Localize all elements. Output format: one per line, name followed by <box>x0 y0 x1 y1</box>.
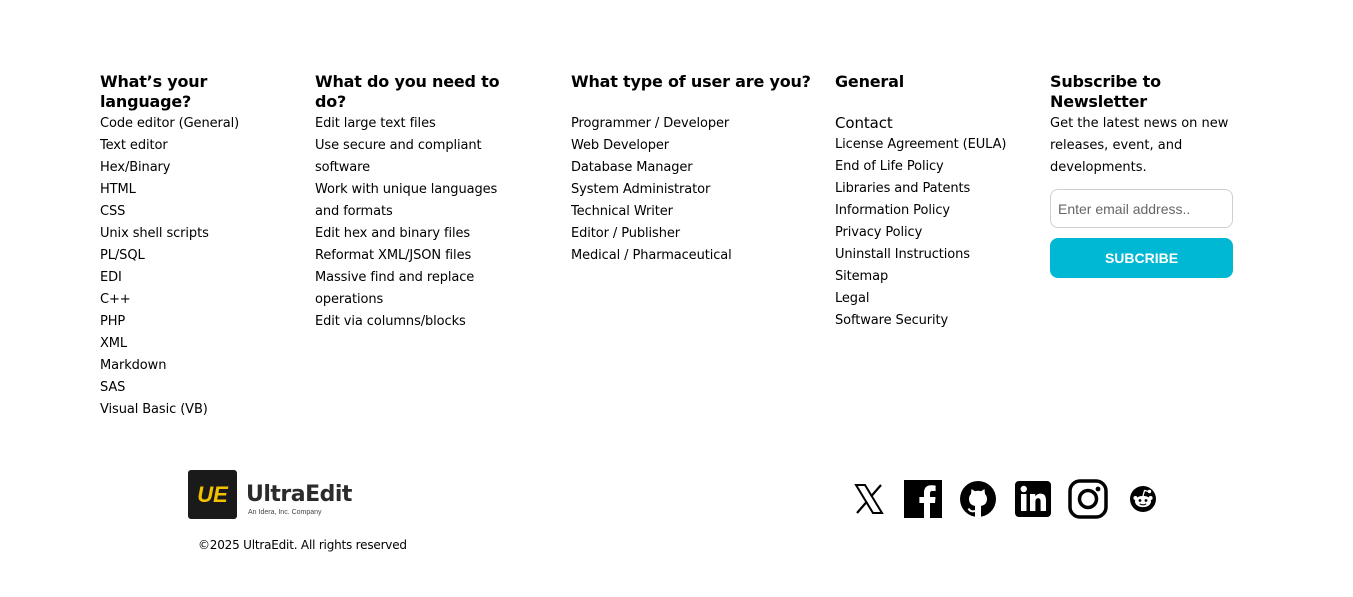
column-heading-general: General <box>835 72 904 91</box>
column-heading-tasks: What do you need to do? <box>315 72 500 111</box>
link-css[interactable]: CSS <box>100 201 300 223</box>
link-unique-languages[interactable]: Work with unique languages <box>315 179 535 201</box>
link-privacy-policy[interactable]: Privacy Policy <box>835 222 1035 244</box>
link-visual-basic[interactable]: Visual Basic (VB) <box>100 399 300 421</box>
x-icon[interactable] <box>849 479 889 519</box>
link-hex-binary[interactable]: Hex/Binary <box>100 157 300 179</box>
link-cpp[interactable]: C++ <box>100 289 300 311</box>
github-icon[interactable] <box>958 479 998 519</box>
link-uninstall[interactable]: Uninstall Instructions <box>835 244 1035 266</box>
link-text-editor[interactable]: Text editor <box>100 135 300 157</box>
link-programmer[interactable]: Programmer / Developer <box>571 113 811 135</box>
link-edit-hex-binary[interactable]: Edit hex and binary files <box>315 223 535 245</box>
newsletter-description: Get the latest news on new releases, eve… <box>1050 116 1229 175</box>
link-html[interactable]: HTML <box>100 179 300 201</box>
link-technical-writer[interactable]: Technical Writer <box>571 201 811 223</box>
logo-name: UltraEdit <box>246 482 352 507</box>
link-edit-large-files[interactable]: Edit large text files <box>315 113 535 135</box>
instagram-icon[interactable] <box>1068 479 1108 519</box>
link-database-manager[interactable]: Database Manager <box>571 157 811 179</box>
link-find-replace-cont[interactable]: operations <box>315 289 535 311</box>
link-unique-languages-cont[interactable]: and formats <box>315 201 535 223</box>
logo-badge: UE <box>188 470 237 519</box>
link-plsql[interactable]: PL/SQL <box>100 245 300 267</box>
column-heading-users: What type of user are you? <box>571 72 811 91</box>
linkedin-icon[interactable] <box>1013 479 1053 519</box>
link-web-developer[interactable]: Web Developer <box>571 135 811 157</box>
link-end-of-life[interactable]: End of Life Policy <box>835 156 1035 178</box>
link-editor-publisher[interactable]: Editor / Publisher <box>571 223 811 245</box>
link-medical[interactable]: Medical / Pharmaceutical <box>571 245 811 267</box>
link-xml[interactable]: XML <box>100 333 300 355</box>
link-sas[interactable]: SAS <box>100 377 300 399</box>
footer-column-users: What type of user are you? Programmer / … <box>571 72 811 267</box>
link-secure-software[interactable]: Use secure and compliant <box>315 135 535 157</box>
column-heading-language: What’s your language? <box>100 72 208 111</box>
link-code-editor[interactable]: Code editor (General) <box>100 113 300 135</box>
facebook-icon[interactable] <box>903 479 943 519</box>
footer-column-tasks: What do you need to do? Edit large text … <box>315 72 535 333</box>
link-edi[interactable]: EDI <box>100 267 300 289</box>
link-reformat-xml-json[interactable]: Reformat XML/JSON files <box>315 245 535 267</box>
email-input[interactable] <box>1050 189 1233 228</box>
link-sitemap[interactable]: Sitemap <box>835 266 1035 288</box>
link-unix-shell[interactable]: Unix shell scripts <box>100 223 300 245</box>
link-system-admin[interactable]: System Administrator <box>571 179 811 201</box>
link-legal[interactable]: Legal <box>835 288 1035 310</box>
footer-column-newsletter: Subscribe to Newsletter Get the latest n… <box>1050 72 1240 278</box>
link-php[interactable]: PHP <box>100 311 300 333</box>
link-information-policy[interactable]: Information Policy <box>835 200 1035 222</box>
reddit-icon[interactable] <box>1123 479 1163 519</box>
ultraedit-logo[interactable]: UE UltraEdit An Idera, Inc. Company <box>188 470 352 519</box>
footer-column-general: General Contact License Agreement (EULA)… <box>835 72 1035 332</box>
link-libraries-patents[interactable]: Libraries and Patents <box>835 178 1035 200</box>
link-markdown[interactable]: Markdown <box>100 355 300 377</box>
subscribe-button[interactable]: SUBCRIBE <box>1050 238 1233 278</box>
link-secure-software-cont[interactable]: software <box>315 157 535 179</box>
link-contact[interactable]: Contact <box>835 113 1035 134</box>
logo-tagline: An Idera, Inc. Company <box>248 509 322 516</box>
link-find-replace[interactable]: Massive find and replace <box>315 267 535 289</box>
newsletter-heading: Subscribe to Newsletter <box>1050 72 1161 111</box>
footer-column-language: What’s your language? Code editor (Gener… <box>100 72 300 421</box>
link-eula[interactable]: License Agreement (EULA) <box>835 134 1035 156</box>
copyright: ©2025 UltraEdit. All rights reserved <box>198 538 407 552</box>
link-software-security[interactable]: Software Security <box>835 310 1035 332</box>
link-columns-blocks[interactable]: Edit via columns/blocks <box>315 311 535 333</box>
